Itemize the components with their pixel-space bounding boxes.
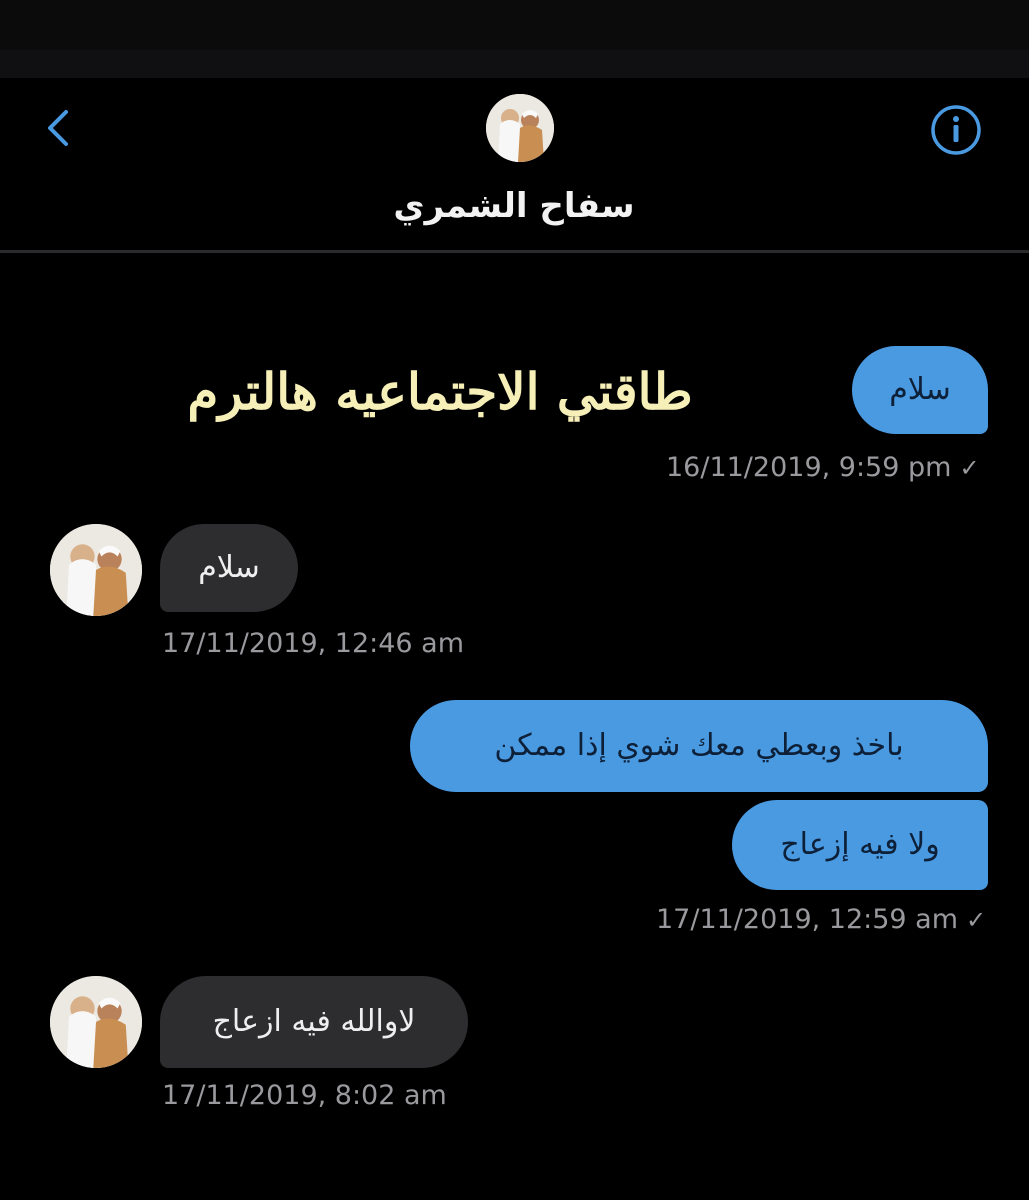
- timestamp-text: 17/11/2019, 12:46 am: [162, 628, 465, 659]
- header-avatar[interactable]: [486, 94, 554, 162]
- timestamp-text: 17/11/2019, 12:59 am: [656, 904, 959, 935]
- message-text: سلام: [889, 372, 951, 407]
- message-bubble-incoming[interactable]: لاوالله فيه ازعاج: [160, 976, 468, 1068]
- message-bubble-incoming[interactable]: سلام: [160, 524, 298, 612]
- sender-avatar[interactable]: [50, 524, 142, 616]
- timestamp-text: 17/11/2019, 8:02 am: [162, 1080, 447, 1111]
- message-text: ولا فيه إزعاج: [780, 827, 940, 862]
- timestamp-text: 16/11/2019, 9:59 pm: [666, 452, 952, 483]
- message-timestamp: 17/11/2019, 12:46 am: [162, 628, 464, 659]
- read-check-icon: ✓: [966, 906, 987, 934]
- status-bar-band: [0, 50, 1029, 78]
- message-timestamp: 16/11/2019, 9:59 pm ✓: [666, 452, 980, 483]
- contact-photo-icon: [486, 94, 554, 162]
- message-bubble-outgoing[interactable]: سلام: [852, 346, 988, 434]
- contact-name[interactable]: سفاح الشمري: [314, 186, 714, 226]
- read-check-icon: ✓: [959, 454, 980, 482]
- contact-photo-icon: [50, 976, 142, 1068]
- back-button[interactable]: [36, 104, 84, 152]
- info-icon: [931, 105, 981, 155]
- header-divider: [0, 250, 1029, 253]
- message-bubble-outgoing[interactable]: ولا فيه إزعاج: [732, 800, 988, 890]
- message-text: سلام: [198, 550, 260, 585]
- message-timestamp: 17/11/2019, 12:59 am ✓: [656, 904, 986, 935]
- overlay-caption: طاقتي الاجتماعيه هالترم: [187, 362, 693, 421]
- message-bubble-outgoing[interactable]: باخذ وبعطي معك شوي إذا ممكن: [410, 700, 988, 792]
- contact-photo-icon: [50, 524, 142, 616]
- status-bar: [0, 0, 1029, 78]
- message-timestamp: 17/11/2019, 8:02 am: [162, 1080, 447, 1111]
- message-text: لاوالله فيه ازعاج: [212, 1004, 416, 1039]
- message-text: باخذ وبعطي معك شوي إذا ممكن: [494, 728, 904, 763]
- sender-avatar[interactable]: [50, 976, 142, 1068]
- chevron-left-icon: [48, 110, 68, 146]
- info-button[interactable]: [928, 102, 984, 158]
